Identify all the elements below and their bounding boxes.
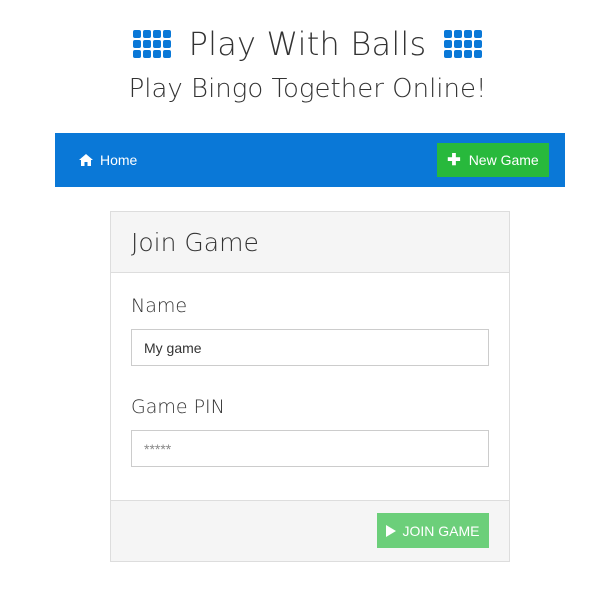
home-icon	[79, 154, 93, 166]
join-game-button[interactable]: JOIN GAME	[377, 513, 489, 548]
nav-home-link[interactable]: Home	[79, 150, 137, 170]
panel-footer: JOIN GAME	[111, 500, 509, 561]
nav-home-label: Home	[100, 152, 138, 168]
grid-icon	[132, 29, 171, 59]
game-pin-label: Game PIN	[131, 396, 225, 418]
join-game-label: JOIN GAME	[402, 522, 480, 539]
plus-icon: ✚	[447, 152, 461, 169]
main-navbar: Home ✚ New Game	[55, 133, 565, 187]
page-subtitle: Play Bingo Together Online!	[128, 74, 487, 104]
panel-body: Name Game PIN	[111, 273, 509, 500]
panel-heading: Join Game	[111, 212, 509, 273]
grid-icon	[444, 29, 483, 59]
game-pin-field[interactable]	[131, 430, 489, 467]
name-label: Name	[131, 295, 188, 317]
new-game-label: New Game	[468, 152, 539, 168]
name-field[interactable]	[131, 329, 489, 366]
play-icon	[386, 524, 397, 537]
join-game-panel: Join Game Name Game PIN JOIN GAME	[110, 211, 510, 562]
panel-title: Join Game	[131, 228, 259, 257]
new-game-button[interactable]: ✚ New Game	[437, 143, 549, 177]
brand-title: Play With Balls	[188, 25, 427, 63]
title-row: Play With Balls	[0, 22, 615, 66]
